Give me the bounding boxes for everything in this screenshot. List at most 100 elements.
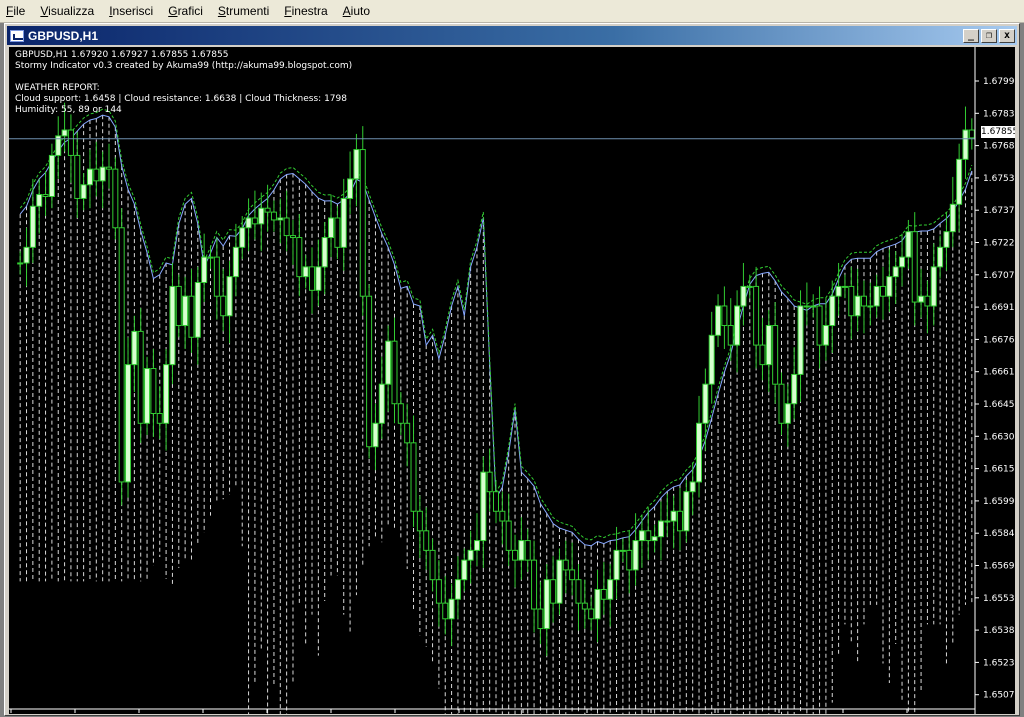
candle-body <box>86 168 93 186</box>
candle-body <box>302 266 309 278</box>
candle-body <box>562 559 569 571</box>
candle-body <box>778 383 785 424</box>
candle-body <box>467 549 474 561</box>
candle-body <box>512 549 519 561</box>
candle-body <box>105 166 112 170</box>
menu-grafici[interactable]: Grafici <box>162 0 212 22</box>
price-tick-label: 1.67530 <box>983 174 1015 184</box>
candle-body <box>232 246 239 278</box>
price-tick-label: 1.66455 <box>983 400 1015 410</box>
candle-body <box>289 235 296 239</box>
candle-body <box>80 184 87 199</box>
candle-body <box>860 295 867 307</box>
price-tick-label: 1.66765 <box>983 335 1015 345</box>
cloud-upper-band <box>19 108 973 541</box>
indicator-credit: Stormy Indicator v0.3 created by Akuma99… <box>15 61 353 71</box>
menu-file[interactable]: File <box>0 0 34 22</box>
price-tick-label: 1.66150 <box>983 465 1015 475</box>
candle-body <box>841 285 848 288</box>
candle-body <box>17 262 24 265</box>
close-button[interactable]: x <box>999 28 1015 43</box>
candle-body <box>207 256 214 259</box>
price-tick-label: 1.65075 <box>983 691 1015 701</box>
weather-report-heading: WEATHER REPORT: <box>15 83 100 93</box>
candle-body <box>442 602 449 620</box>
candle-body <box>505 520 512 551</box>
candle-body <box>315 266 322 291</box>
candle-body <box>791 373 798 405</box>
candle-body <box>448 598 455 620</box>
candle-body <box>645 530 652 542</box>
candle-body <box>569 569 576 581</box>
candle-body <box>581 602 588 610</box>
cloud-stats: Cloud support: 1.6458 | Cloud resistance… <box>15 94 347 104</box>
price-tick-label: 1.65690 <box>983 562 1015 572</box>
candle-body <box>416 510 423 532</box>
candle-body <box>715 305 722 336</box>
candle-body <box>537 608 544 630</box>
candle-body <box>848 285 855 317</box>
price-tick-label: 1.67990 <box>983 77 1015 87</box>
candle-body <box>486 471 493 493</box>
menu-aiuto[interactable]: Aiuto <box>337 0 379 22</box>
candle-body <box>239 227 246 248</box>
humidity-info: Humidity: 55, 89 or 144 <box>15 105 122 115</box>
price-tick-label: 1.67835 <box>983 109 1015 119</box>
candle-body <box>277 217 284 221</box>
price-tick-label: 1.65995 <box>983 497 1015 507</box>
menu-inserisci[interactable]: Inserisci <box>103 0 162 22</box>
current-price-tag: 1.67855 <box>981 126 1015 138</box>
menu-visualizza[interactable]: Visualizza <box>34 0 103 22</box>
candle-body <box>746 285 753 288</box>
price-tick-label: 1.67070 <box>983 271 1015 281</box>
menu-bar: File Visualizza Inserisci Grafici Strumenti F… <box>0 0 1024 23</box>
candle-body <box>499 510 506 522</box>
candle-body <box>194 282 201 338</box>
restore-button[interactable]: ❐ <box>981 28 997 43</box>
candle-body <box>23 246 30 264</box>
price-tick-label: 1.66305 <box>983 432 1015 442</box>
candle-body <box>550 579 557 604</box>
candle-body <box>683 491 690 532</box>
candle-body <box>391 340 398 405</box>
candle-body <box>473 540 480 551</box>
chart-window-title: GBPUSD,H1 <box>28 28 99 43</box>
candle-body <box>962 129 969 160</box>
price-tick-label: 1.67375 <box>983 206 1015 216</box>
candle-body <box>899 256 906 268</box>
candle-body <box>258 207 265 225</box>
candle-body <box>144 368 151 424</box>
candle-body <box>226 276 233 317</box>
candle-body <box>118 227 125 483</box>
candle-body <box>296 237 303 278</box>
chart-window: GBPUSD,H1 _ ❐ x 1.679901.678351.676801.6… <box>4 23 1020 716</box>
candle-body <box>949 203 956 233</box>
candle-body <box>29 205 36 248</box>
candle-body <box>880 285 887 297</box>
candle-body <box>638 530 645 542</box>
candle-body <box>613 549 620 581</box>
menu-strumenti[interactable]: Strumenti <box>212 0 278 22</box>
candle-body <box>772 325 779 385</box>
candle-body <box>531 559 538 610</box>
candle-body <box>854 295 861 317</box>
price-chart[interactable]: 1.67990 1.67835 1.67680 1.67530 1.67375 1.672… <box>9 47 1015 714</box>
candle-body <box>911 231 918 303</box>
candle-body <box>619 549 626 552</box>
minimize-button[interactable]: _ <box>963 28 979 43</box>
candle-body <box>359 149 366 297</box>
candle-body <box>968 129 975 139</box>
candle-body <box>182 295 189 327</box>
candle-body <box>423 530 430 551</box>
candle-body <box>112 168 119 229</box>
candle-body <box>366 295 373 448</box>
price-tick-label: 1.65845 <box>983 529 1015 539</box>
candle-body <box>150 368 157 415</box>
candle-body <box>156 413 163 424</box>
menu-finestra[interactable]: Finestra <box>278 0 336 22</box>
candle-body <box>753 285 760 346</box>
chart-window-titlebar[interactable]: GBPUSD,H1 _ ❐ x <box>7 26 1017 45</box>
candle-body <box>867 305 874 308</box>
candle-body <box>670 510 677 522</box>
chart-canvas[interactable]: 1.67990 1.67835 1.67680 1.67530 1.67375 1.672… <box>9 47 1015 714</box>
